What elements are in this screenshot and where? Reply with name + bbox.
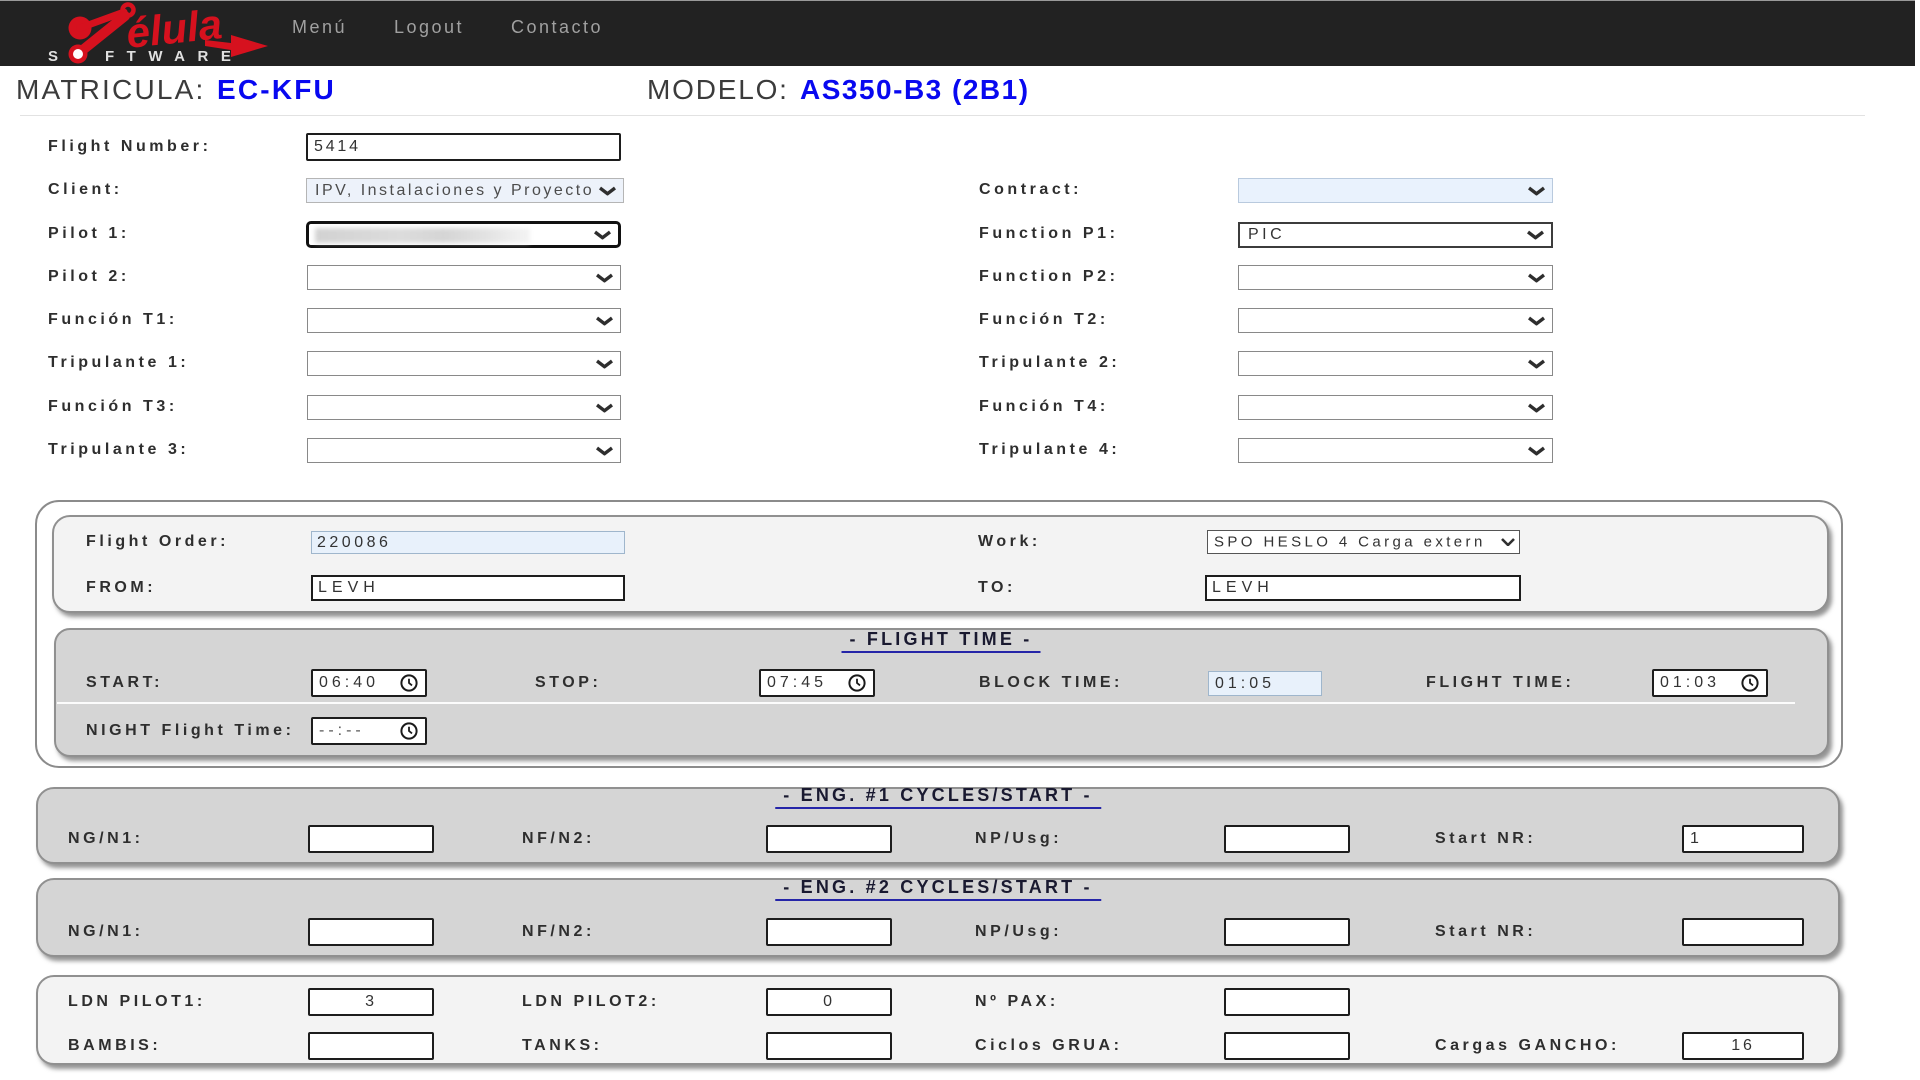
svg-text:FTWARE: FTWARE: [105, 48, 243, 65]
svg-text:S: S: [48, 48, 69, 65]
